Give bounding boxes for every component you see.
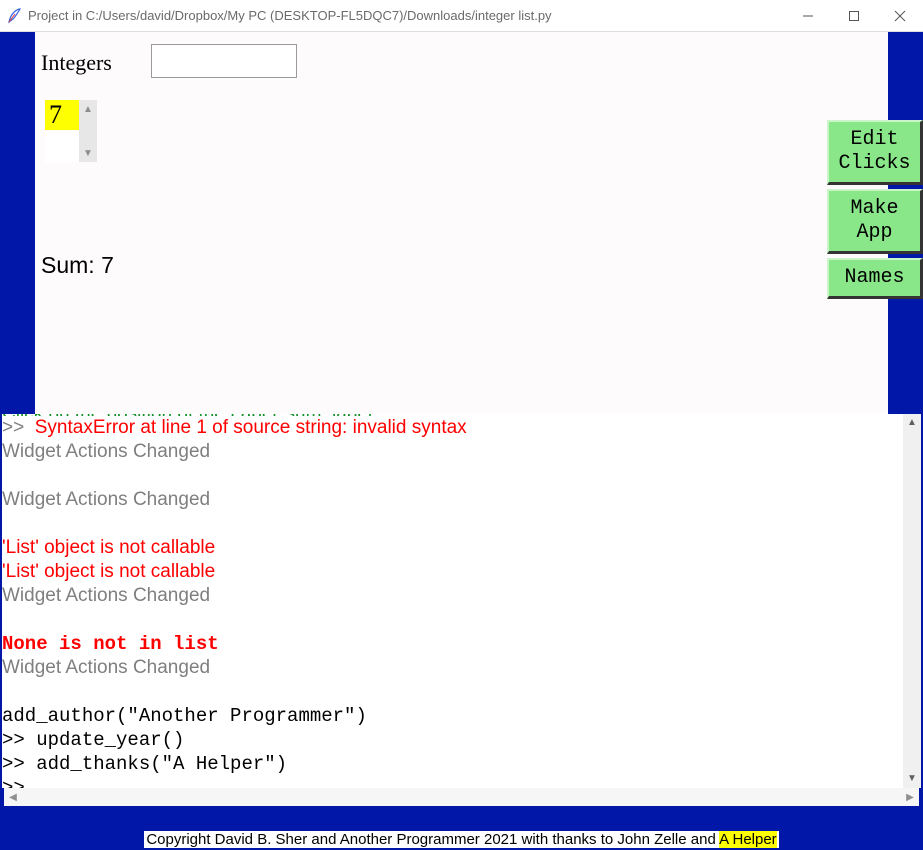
- scroll-right-icon[interactable]: ▶: [901, 788, 919, 806]
- scroll-left-icon[interactable]: ◀: [4, 788, 22, 806]
- scroll-down-icon[interactable]: ▼: [903, 770, 921, 788]
- maximize-button[interactable]: [831, 0, 877, 32]
- console-line: Widget Actions Changed: [2, 488, 901, 512]
- console-line: >> add_thanks("A Helper"): [2, 752, 901, 776]
- scroll-thumb[interactable]: [904, 433, 920, 769]
- console-line: >> update_year(): [2, 728, 901, 752]
- integers-entry[interactable]: [151, 44, 297, 78]
- console-line: >> SyntaxError at line 1 of source strin…: [2, 416, 901, 440]
- close-button[interactable]: [877, 0, 923, 32]
- app-frame: Integers 7 ▲ ▼ Sum: 7 Edit Clicks Make A…: [0, 32, 923, 850]
- console-line: 'List' object is not callable: [2, 536, 901, 560]
- names-button[interactable]: Names: [827, 258, 923, 299]
- scroll-down-icon[interactable]: ▼: [79, 144, 97, 162]
- minimize-button[interactable]: [785, 0, 831, 32]
- window-title: Project in C:/Users/david/Dropbox/My PC …: [28, 8, 785, 23]
- window-controls: [785, 0, 923, 32]
- console-line: [2, 464, 901, 488]
- console-line: add_author("Another Programmer"): [2, 704, 901, 728]
- console-line: [2, 512, 901, 536]
- integers-label: Integers: [41, 50, 112, 76]
- console-line: 'List' object is not callable: [2, 560, 901, 584]
- footer-bar: Copyright David B. Sher and Another Prog…: [0, 828, 923, 850]
- copyright-prefix: Copyright David B. Sher and Another Prog…: [146, 831, 719, 848]
- console-line: Widget Actions Changed: [2, 440, 901, 464]
- console-line: [2, 608, 901, 632]
- tk-feather-icon: [0, 0, 28, 32]
- integers-listbox[interactable]: 7: [45, 100, 79, 162]
- listbox-scrollbar[interactable]: ▲ ▼: [79, 100, 97, 162]
- copyright-text: Copyright David B. Sher and Another Prog…: [144, 831, 778, 848]
- copyright-highlight: A Helper: [719, 831, 777, 848]
- console-line: >>: [2, 776, 901, 788]
- console-line: Widget Actions Changed: [2, 584, 901, 608]
- title-bar: Project in C:/Users/david/Dropbox/My PC …: [0, 0, 923, 32]
- scroll-up-icon[interactable]: ▲: [79, 100, 97, 118]
- console-line: Widget Actions Changed: [2, 656, 901, 680]
- integers-listbox-wrap: 7 ▲ ▼: [45, 100, 103, 162]
- design-panel: Integers 7 ▲ ▼ Sum: 7 Edit Clicks Make A…: [35, 32, 888, 414]
- console-panel: Click on the position of the Label 'sum_…: [0, 414, 923, 828]
- sum-label: Sum: 7: [41, 252, 114, 279]
- console-output[interactable]: Click on the position of the Label 'sum_…: [2, 414, 921, 788]
- console-vertical-scrollbar[interactable]: ▲ ▼: [903, 414, 921, 788]
- list-item[interactable]: 7: [45, 100, 79, 130]
- edit-clicks-button[interactable]: Edit Clicks: [827, 120, 923, 185]
- make-app-button[interactable]: Make App: [827, 189, 923, 254]
- scroll-up-icon[interactable]: ▲: [903, 414, 921, 432]
- console-horizontal-scrollbar[interactable]: ◀ ▶: [4, 788, 919, 806]
- side-button-stack: Edit Clicks Make App Names: [827, 120, 923, 299]
- console-line: None is not in list: [2, 632, 901, 656]
- console-line: [2, 680, 901, 704]
